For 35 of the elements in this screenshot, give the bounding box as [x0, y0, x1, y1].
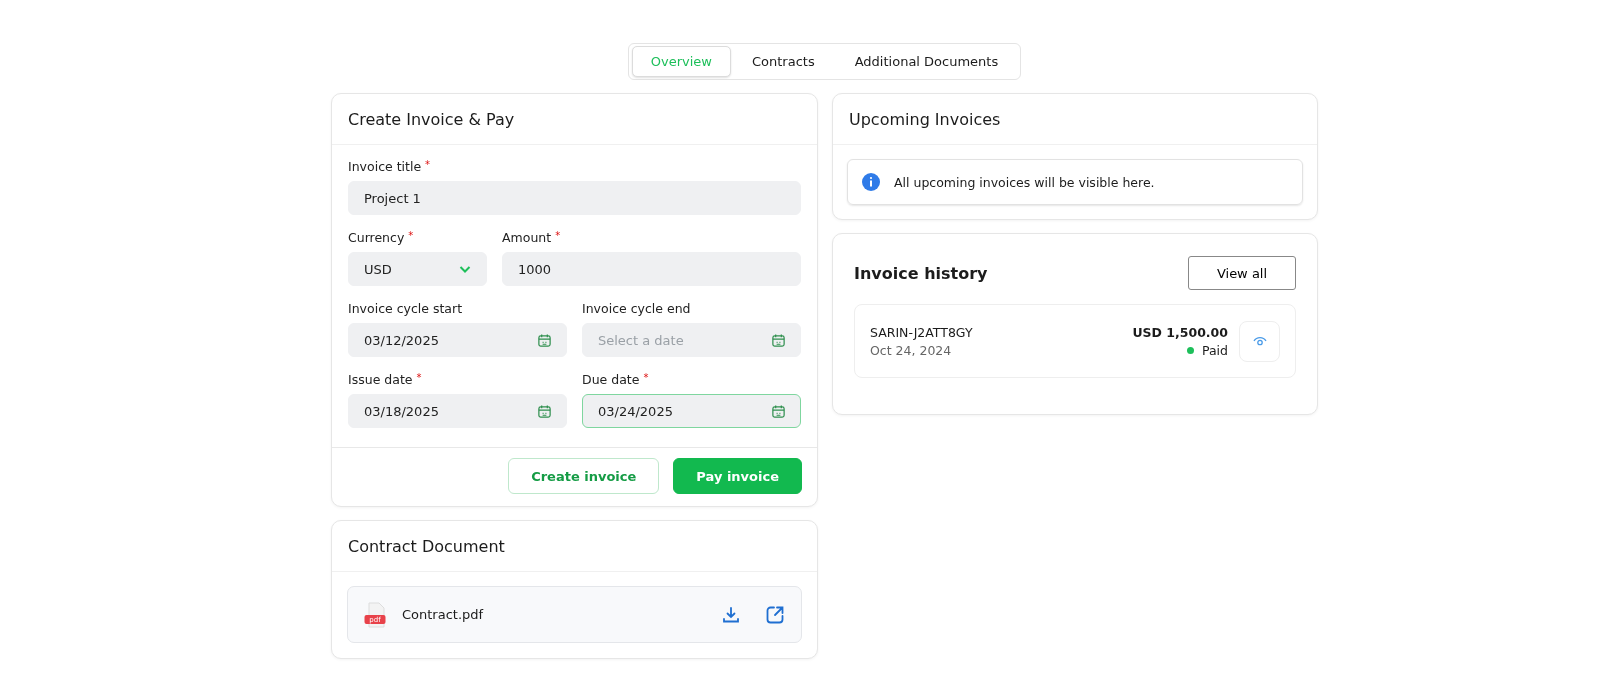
input-field[interactable]: Project 1 — [348, 181, 801, 215]
card-title: Upcoming Invoices — [833, 94, 1317, 145]
download-button[interactable] — [721, 604, 741, 625]
field-label: Currency * — [348, 230, 415, 245]
date-field[interactable]: 03/18/2025 — [348, 394, 567, 428]
notice-text: All upcoming invoices will be visible here. — [894, 174, 1155, 190]
create-button[interactable]: Create invoice — [508, 458, 660, 494]
info-icon — [862, 173, 880, 191]
field-label: Due date * — [582, 372, 650, 387]
download-icon — [721, 604, 741, 625]
card-title: Contract Document — [332, 521, 817, 572]
eye-icon — [1251, 335, 1268, 347]
file-name: Contract.pdf — [402, 607, 485, 622]
date-field[interactable]: 03/24/2025 — [582, 394, 801, 428]
calendar-icon — [771, 332, 786, 348]
calendar-icon — [537, 332, 552, 348]
field-label: Issue date * — [348, 372, 423, 387]
field-label: Amount * — [502, 230, 562, 245]
external-link-icon — [765, 604, 785, 625]
field-label: Invoice title * — [348, 159, 432, 174]
field-label: Invoice cycle start — [348, 301, 464, 316]
card-title: Create Invoice & Pay — [332, 94, 817, 145]
invoice-date: Oct 24, 2024 — [870, 342, 953, 358]
calendar-icon — [537, 403, 552, 419]
view-all-button[interactable]: View all — [1188, 256, 1296, 290]
date-field[interactable]: 03/12/2025 — [348, 323, 567, 357]
open-external-button[interactable] — [765, 604, 785, 625]
invoice-id: SARIN-J2ATT8GY — [870, 324, 974, 340]
card-title: Invoice history — [854, 263, 988, 283]
invoice-status: Paid — [1201, 342, 1228, 358]
field-label: Invoice cycle end — [582, 301, 692, 316]
invoice-amount: USD 1,500.00 — [1132, 324, 1228, 340]
currency-select[interactable]: USD — [348, 252, 487, 286]
input-field[interactable]: 1000 — [502, 252, 801, 286]
calendar-icon — [771, 403, 786, 419]
